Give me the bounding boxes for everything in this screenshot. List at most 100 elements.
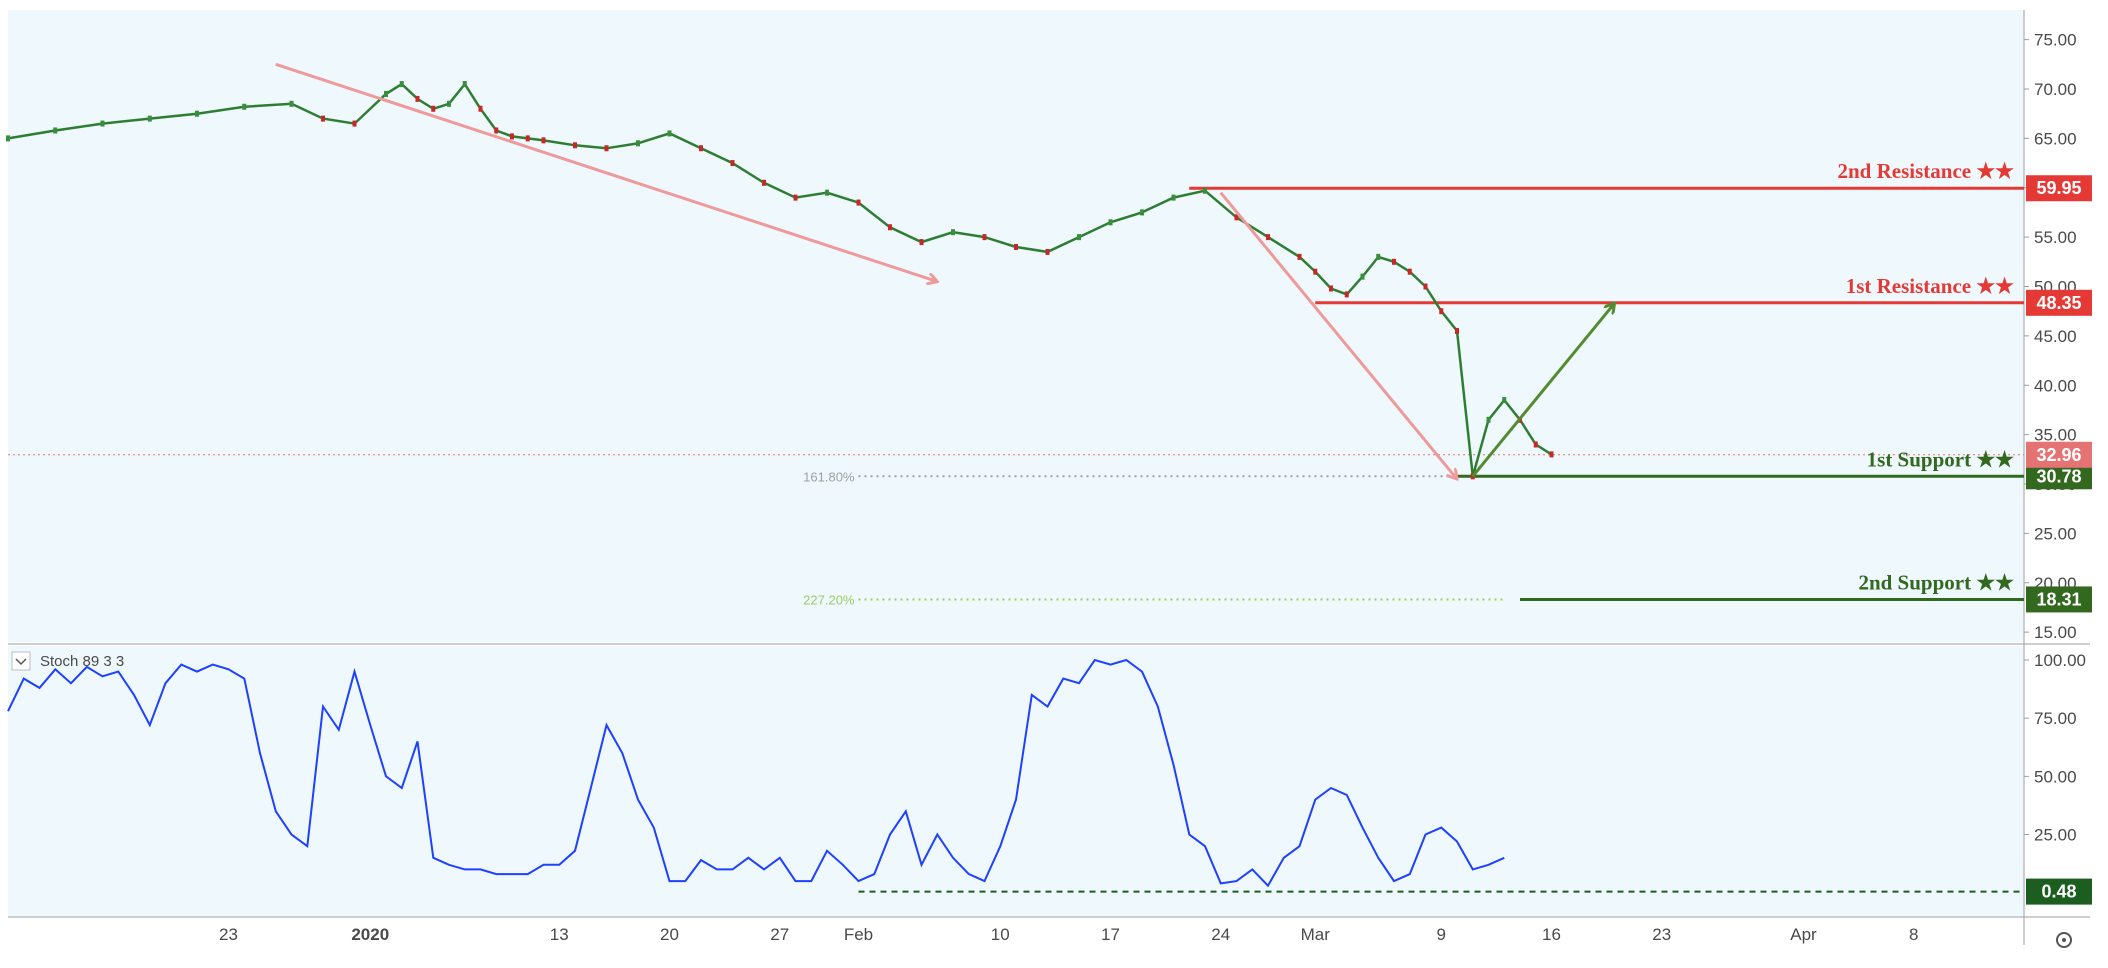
price-candle	[53, 127, 58, 134]
time-axis-label: 2020	[351, 925, 389, 944]
level-value-label: 30.78	[2036, 466, 2081, 486]
stoch-axis-label: 25.00	[2034, 826, 2077, 845]
price-candle	[1423, 283, 1428, 290]
price-candle	[1549, 451, 1554, 458]
time-axis-label: 23	[219, 925, 238, 944]
indicator-title: Stoch 89 3 3	[40, 653, 124, 670]
price-candle	[888, 224, 892, 231]
price-candle	[856, 199, 861, 206]
price-candle	[100, 120, 105, 127]
price-candle	[604, 145, 609, 152]
price-candle	[352, 120, 357, 127]
time-axis-label: Apr	[1790, 925, 1817, 944]
time-axis-label: 8	[1909, 925, 1918, 944]
price-candle	[1439, 308, 1444, 315]
price-candle	[1344, 291, 1349, 298]
price-candle	[1407, 268, 1412, 275]
time-axis-label: 17	[1101, 925, 1120, 944]
stoch-axis-label: 75.00	[2034, 709, 2077, 728]
price-candle	[762, 179, 766, 186]
price-candle	[1203, 187, 1207, 194]
price-candle	[525, 135, 530, 142]
fib-extension-label: 161.80%	[803, 469, 855, 484]
time-axis-label: 20	[660, 925, 679, 944]
price-candle	[494, 127, 499, 134]
time-axis-label: 9	[1437, 925, 1446, 944]
level-name-label: 1st Resistance ★★	[1846, 274, 2014, 298]
price-axis-label: 55.00	[2034, 228, 2077, 247]
price-candle	[1486, 416, 1491, 423]
price-candle	[825, 189, 829, 196]
price-candle	[195, 110, 199, 117]
price-candle	[399, 81, 404, 88]
price-candle	[447, 100, 451, 107]
price-candle	[982, 234, 987, 241]
price-candle	[1313, 268, 1318, 275]
price-candle	[384, 90, 388, 97]
price-candle	[289, 100, 294, 107]
level-value-label: 48.35	[2036, 293, 2081, 313]
price-candle	[1455, 327, 1459, 334]
price-candle	[1329, 285, 1333, 292]
price-candle	[636, 140, 640, 147]
price-candle	[793, 194, 798, 201]
chart-svg: 161.80% 227.20% 2nd Resistance ★★ 1st Resis…	[6, 10, 2092, 948]
price-axis-label: 70.00	[2034, 80, 2077, 99]
price-candle	[6, 135, 10, 142]
price-axis-label: 25.00	[2034, 524, 2077, 543]
price-candle	[1171, 194, 1176, 201]
price-axis-label: 45.00	[2034, 327, 2077, 346]
indicator-pane-background	[8, 646, 2024, 916]
stoch-reference-label: 0.48	[2041, 882, 2076, 902]
price-candle	[462, 81, 467, 88]
time-axis-label: 24	[1211, 925, 1230, 944]
price-candle	[573, 142, 577, 149]
price-axis-label: 65.00	[2034, 129, 2077, 148]
stoch-axis-label: 50.00	[2034, 767, 2077, 786]
main-pane-background	[8, 10, 2024, 642]
level-name-label: 2nd Support ★★	[1858, 570, 2014, 594]
time-axis-label: 23	[1652, 925, 1671, 944]
price-candle	[1502, 397, 1507, 404]
price-axis-label: 75.00	[2034, 31, 2077, 50]
time-axis-label: Mar	[1301, 925, 1331, 944]
price-candle	[541, 137, 546, 144]
settings-gear-icon[interactable]	[2056, 932, 2072, 948]
price-candle	[1140, 209, 1144, 216]
price-candle	[1014, 244, 1018, 250]
level-value-label: 18.31	[2036, 589, 2081, 609]
time-axis-label: Feb	[844, 925, 873, 944]
level-name-label: 1st Support ★★	[1867, 447, 2015, 471]
price-axis-label: 40.00	[2034, 376, 2077, 395]
time-axis-label: 16	[1542, 925, 1561, 944]
price-candle	[1077, 234, 1081, 241]
price-candle	[431, 105, 436, 112]
stoch-axis-label: 100.00	[2034, 651, 2086, 670]
price-candle	[321, 115, 325, 122]
price-candle	[510, 133, 514, 140]
level-name-label: 2nd Resistance ★★	[1838, 159, 2015, 183]
price-candle	[1392, 258, 1396, 265]
price-candle	[415, 95, 420, 102]
price-candle	[1266, 234, 1270, 241]
price-axis-label: 15.00	[2034, 623, 2077, 642]
price-candle	[1108, 219, 1113, 226]
price-candle	[730, 160, 735, 167]
price-candle	[242, 103, 247, 110]
time-axis-label: 27	[770, 925, 789, 944]
price-candle	[1376, 253, 1381, 260]
price-candle	[1360, 273, 1365, 280]
price-candle	[147, 115, 152, 122]
price-candle	[478, 105, 483, 112]
price-candle	[699, 145, 703, 152]
time-axis-label: 10	[991, 925, 1010, 944]
current-price-label: 32.96	[2036, 445, 2081, 465]
level-value-label: 59.95	[2036, 178, 2081, 198]
time-axis-label: 13	[550, 925, 569, 944]
price-candle	[1533, 441, 1538, 448]
price-candle	[1045, 248, 1050, 255]
chart-root: 161.80% 227.20% 2nd Resistance ★★ 1st Resis…	[0, 0, 2108, 968]
fib-extension-label: 227.20%	[803, 592, 855, 607]
indicator-collapse-button	[11, 651, 31, 671]
price-candle	[1297, 253, 1302, 260]
